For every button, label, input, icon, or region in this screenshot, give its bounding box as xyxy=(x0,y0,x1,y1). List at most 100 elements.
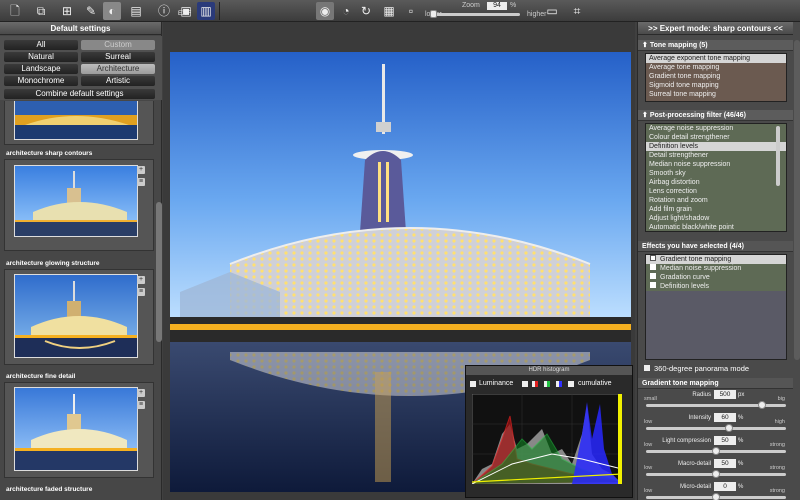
luminance-checkbox[interactable] xyxy=(470,381,476,387)
combine-default-settings-button[interactable]: Combine default settings xyxy=(4,89,155,99)
options-icon[interactable]: ≡ xyxy=(137,288,145,296)
preset-thumbnail-label: architecture fine detail xyxy=(6,373,76,380)
preset-monochrome-button[interactable]: Monochrome xyxy=(4,76,78,86)
preset-thumbnail-card[interactable]: + ≡ xyxy=(4,382,154,478)
add-favorite-icon[interactable]: + xyxy=(137,389,145,397)
slider-high-label: big xyxy=(777,396,785,402)
crop-icon[interactable]: ⌗ xyxy=(568,2,586,20)
preset-custom-button[interactable]: Custom xyxy=(81,40,155,50)
info-icon[interactable]: ⓘ xyxy=(155,2,173,20)
slider-value-field[interactable]: 60 xyxy=(714,413,736,422)
list-item[interactable]: Automatic black/white point xyxy=(646,223,786,231)
preset-thumbnail-card[interactable]: + ≡ xyxy=(4,159,154,251)
tone-mapping-header[interactable]: ⬆ Tone mapping (5) xyxy=(638,40,793,51)
slider-value-field[interactable]: 0 xyxy=(714,482,736,491)
effect-row[interactable]: Gradient tone mapping xyxy=(646,255,786,264)
add-favorite-icon[interactable]: + xyxy=(137,166,145,174)
slider-track[interactable] xyxy=(646,493,786,500)
zoom-out-icon[interactable]: ▫ xyxy=(402,2,420,20)
cumulative-checkbox[interactable] xyxy=(568,381,574,387)
list-item[interactable]: Average tone mapping xyxy=(646,63,786,72)
slider-knob[interactable] xyxy=(758,401,767,409)
preset-surreal-button[interactable]: Surreal xyxy=(81,52,155,62)
channel-white-checkbox[interactable] xyxy=(522,381,528,387)
list-item[interactable]: Surreal tone mapping xyxy=(646,90,786,99)
preset-artistic-button[interactable]: Artistic xyxy=(81,76,155,86)
list-item[interactable]: Colour detail strengthener xyxy=(646,133,786,142)
slider-knob[interactable] xyxy=(712,470,720,478)
post-processing-header[interactable]: ⬆ Post-processing filter (46/46) xyxy=(638,110,793,121)
zoom-in-icon[interactable]: ▭ xyxy=(543,2,561,20)
copy-icon[interactable]: ⧉ xyxy=(32,2,50,20)
slider-knob[interactable] xyxy=(712,493,720,500)
compare-icon[interactable]: ◔ xyxy=(337,2,355,20)
slider-value-field[interactable]: 50 xyxy=(714,436,736,445)
eye-icon[interactable]: ◉ xyxy=(316,2,334,20)
zoom-slider-knob[interactable] xyxy=(430,10,437,18)
slider-track[interactable] xyxy=(646,401,786,409)
channel-blue-checkbox[interactable] xyxy=(556,381,562,387)
effect-row[interactable]: Gradation curve xyxy=(646,273,786,282)
slider-value-field[interactable]: 500 xyxy=(714,390,736,399)
list-item[interactable]: Definition levels xyxy=(646,142,786,151)
list-item[interactable]: Median noise suppression xyxy=(646,160,786,169)
slider-track[interactable] xyxy=(646,424,786,432)
options-icon[interactable]: ≡ xyxy=(137,401,145,409)
list-item[interactable]: Smooth sky xyxy=(646,169,786,178)
panorama-checkbox[interactable] xyxy=(644,365,650,371)
preset-all-button[interactable]: All xyxy=(4,40,78,50)
list-item[interactable]: Adjust light/shadow xyxy=(646,214,786,223)
list-item[interactable]: Lens correction xyxy=(646,187,786,196)
effects-selected-list[interactable]: Gradient tone mapping Median noise suppr… xyxy=(645,254,787,360)
rotate-icon[interactable]: ↻ xyxy=(357,2,375,20)
slider-track[interactable] xyxy=(646,470,786,478)
preset-thumbnail-card[interactable]: + ≡ xyxy=(4,269,154,365)
effect-row[interactable]: Definition levels xyxy=(646,282,786,291)
tone-icon[interactable]: ◐ xyxy=(103,2,121,20)
effect-checkbox[interactable] xyxy=(650,282,656,288)
network-icon[interactable]: ⊞ xyxy=(58,2,76,20)
list-item[interactable]: Rotation and zoom xyxy=(646,196,786,205)
zoom-value[interactable]: 94 xyxy=(487,2,507,10)
slider-knob[interactable] xyxy=(712,447,720,455)
slider-row: low Intensity 60% high xyxy=(638,413,793,433)
list-item[interactable]: Add film grain xyxy=(646,205,786,214)
post-list-scrollbar[interactable] xyxy=(776,126,780,186)
list-item[interactable]: Sigmoid tone mapping xyxy=(646,81,786,90)
preset-architecture-button[interactable]: Architecture xyxy=(81,64,155,74)
effect-checkbox[interactable] xyxy=(650,255,656,261)
save-icon[interactable]: ▤ xyxy=(127,2,145,20)
slider-high-label: high xyxy=(774,419,785,425)
slider-knob[interactable] xyxy=(725,424,734,432)
exif-icon[interactable]: EXIF ▣ xyxy=(178,2,194,20)
preset-thumbnail-card[interactable] xyxy=(4,101,154,145)
hdr-histogram-window[interactable]: HDR histogram Luminance cumulative xyxy=(465,365,633,498)
post-processing-list[interactable]: Average noise suppression Colour detail … xyxy=(645,123,787,232)
right-panel-scrollbar[interactable] xyxy=(794,40,800,360)
list-item[interactable]: Detail strengthener xyxy=(646,151,786,160)
brush-icon[interactable]: ✎ xyxy=(82,2,100,20)
preset-landscape-button[interactable]: Landscape xyxy=(4,64,78,74)
tone-mapping-list[interactable]: Average exponent tone mapping Average to… xyxy=(645,53,787,102)
panorama-row[interactable]: 360-degree panorama mode xyxy=(644,364,749,373)
list-item[interactable]: Airbag distortion xyxy=(646,178,786,187)
preset-natural-button[interactable]: Natural xyxy=(4,52,78,62)
histogram-icon[interactable]: ▥ xyxy=(197,2,215,20)
channel-red-checkbox[interactable] xyxy=(532,381,538,387)
tone-mapping-title: Tone mapping (5) xyxy=(649,42,708,49)
options-icon[interactable]: ≡ xyxy=(137,178,145,186)
slider-track[interactable] xyxy=(646,447,786,455)
left-panel-scrollbar[interactable] xyxy=(156,202,162,342)
checker-icon[interactable]: ▦ xyxy=(380,2,398,20)
zoom-slider[interactable] xyxy=(430,10,520,18)
slider-value-field[interactable]: 50 xyxy=(714,459,736,468)
list-item[interactable]: Average exponent tone mapping xyxy=(646,54,786,63)
list-item[interactable]: Gradient tone mapping xyxy=(646,72,786,81)
new-file-icon[interactable]: 🗋 xyxy=(6,2,24,20)
effect-row[interactable]: Median noise suppression xyxy=(646,264,786,273)
effect-checkbox[interactable] xyxy=(650,273,656,279)
list-item[interactable]: Average noise suppression xyxy=(646,124,786,133)
add-favorite-icon[interactable]: + xyxy=(137,276,145,284)
effect-checkbox[interactable] xyxy=(650,264,656,270)
channel-green-checkbox[interactable] xyxy=(544,381,550,387)
